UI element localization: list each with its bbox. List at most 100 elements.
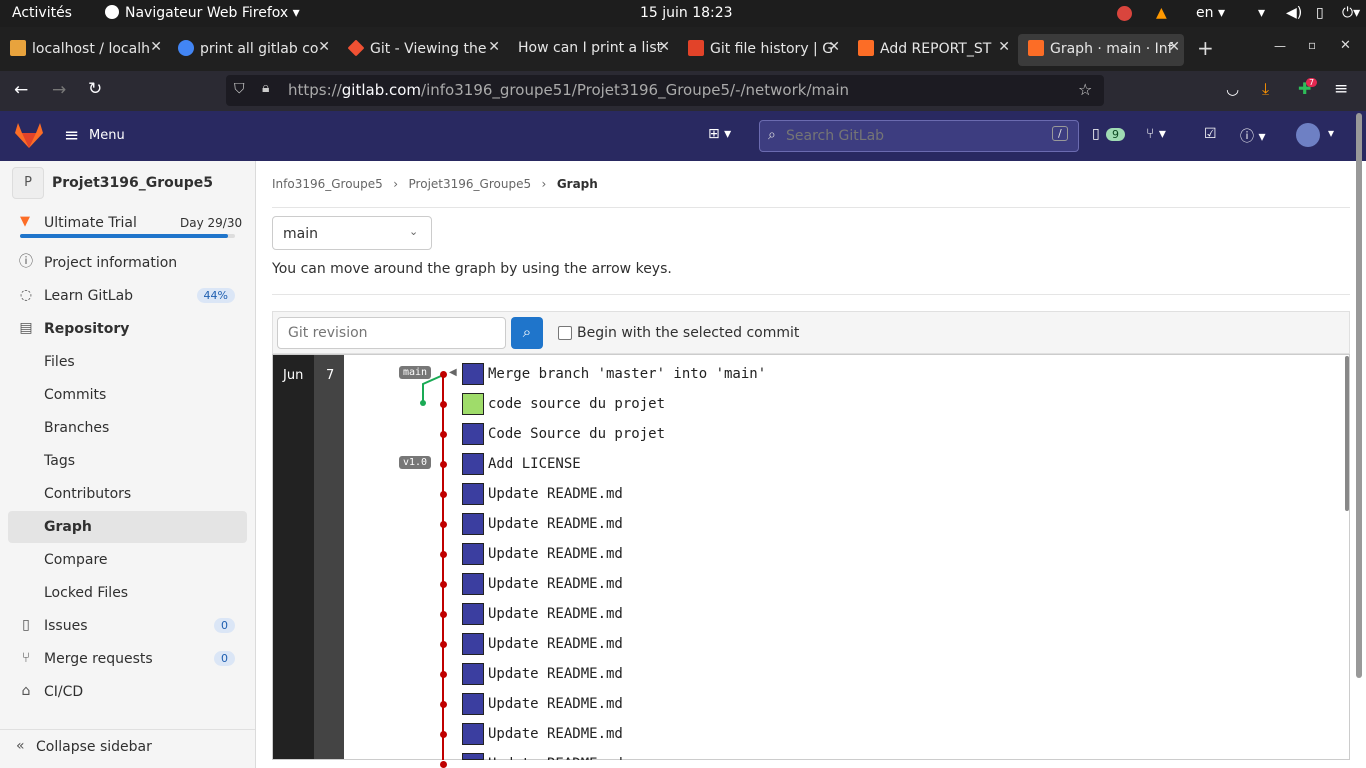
begin-checkbox[interactable]: [558, 326, 572, 340]
project-avatar[interactable]: P: [12, 167, 44, 199]
commit-message[interactable]: Code Source du projet: [488, 426, 665, 446]
commit-author-avatar[interactable]: [462, 633, 484, 655]
sidebar-item-files[interactable]: Files: [8, 346, 247, 378]
back-icon[interactable]: ←: [14, 80, 28, 100]
merge-requests-icon[interactable]: ⑂ ▾: [1146, 126, 1166, 142]
begin-checkbox-label[interactable]: Begin with the selected commit: [577, 325, 799, 341]
commit-dot[interactable]: [440, 671, 447, 678]
sidebar-item-issues[interactable]: ▯ Issues 0: [8, 610, 247, 642]
search-button[interactable]: ⌕: [511, 317, 543, 349]
wifi-icon[interactable]: ▾: [1258, 5, 1265, 21]
browser-tab[interactable]: How can I print a list ✕: [508, 34, 674, 66]
commit-message[interactable]: Merge branch 'master' into 'main': [488, 366, 766, 386]
sidebar-item-tags[interactable]: Tags: [8, 445, 247, 477]
commit-dot[interactable]: [440, 491, 447, 498]
commit-author-avatar[interactable]: [462, 663, 484, 685]
menu-icon[interactable]: ≡: [64, 125, 79, 146]
commit-message[interactable]: Add LICENSE: [488, 456, 581, 476]
commit-author-avatar[interactable]: [462, 723, 484, 745]
commit-author-avatar[interactable]: [462, 393, 484, 415]
close-tab-icon[interactable]: ✕: [828, 39, 840, 55]
commit-message[interactable]: Update README.md: [488, 636, 623, 656]
commit-dot[interactable]: [440, 731, 447, 738]
browser-tab[interactable]: Git file history | G ✕: [678, 34, 844, 66]
commit-message[interactable]: Update README.md: [488, 516, 623, 536]
commit-dot[interactable]: [440, 641, 447, 648]
breadcrumb-current[interactable]: Graph: [557, 177, 598, 191]
browser-tab[interactable]: Add REPORT_ST ✕: [848, 34, 1014, 66]
language-selector[interactable]: en ▾: [1196, 5, 1225, 21]
chevron-down-icon[interactable]: ▾: [1328, 126, 1334, 140]
vlc-icon[interactable]: ▲: [1156, 5, 1167, 21]
sidebar-item-repository[interactable]: ▤ Repository: [8, 313, 247, 345]
graph-scrollbar[interactable]: [1345, 356, 1349, 511]
lock-icon[interactable]: 🔒︎: [262, 80, 269, 96]
sidebar-item-ci-cd[interactable]: ⌂ CI/CD: [8, 676, 247, 708]
commit-author-avatar[interactable]: [462, 423, 484, 445]
browser-tab-active[interactable]: Graph · main · Inf ✕: [1018, 34, 1184, 66]
url-bar[interactable]: ⛉ 🔒︎ https://gitlab.com/info3196_groupe5…: [226, 75, 1104, 106]
browser-tab[interactable]: Git - Viewing the ✕: [338, 34, 504, 66]
page-scrollbar[interactable]: [1356, 113, 1362, 678]
power-menu-icon[interactable]: ⏻▾: [1342, 5, 1360, 21]
sidebar-item-project-information[interactable]: ⓘ Project information: [8, 247, 247, 279]
close-tab-icon[interactable]: ✕: [1168, 39, 1180, 55]
commit-author-avatar[interactable]: [462, 603, 484, 625]
shield-icon[interactable]: ⛉: [234, 81, 245, 97]
commit-dot[interactable]: [440, 461, 447, 468]
version-tag-label[interactable]: v1.0: [399, 456, 432, 469]
close-tab-icon[interactable]: ✕: [150, 39, 162, 55]
collapse-sidebar-button[interactable]: « Collapse sidebar: [0, 729, 255, 768]
create-new-icon[interactable]: ⊞ ▾: [708, 126, 731, 142]
breadcrumb-item[interactable]: Info3196_Groupe5: [272, 177, 383, 191]
commit-dot[interactable]: [440, 611, 447, 618]
close-tab-icon[interactable]: ✕: [658, 39, 670, 55]
commit-author-avatar[interactable]: [462, 693, 484, 715]
commit-dot[interactable]: [440, 551, 447, 558]
pocket-icon[interactable]: ◡: [1226, 80, 1239, 98]
commit-message[interactable]: Update README.md: [488, 666, 623, 686]
sidebar-item-compare[interactable]: Compare: [8, 544, 247, 576]
close-window-button[interactable]: ✕: [1340, 38, 1351, 53]
git-revision-input[interactable]: [277, 317, 506, 349]
project-name[interactable]: Projet3196_Groupe5: [52, 175, 213, 191]
commit-author-avatar[interactable]: [462, 753, 484, 760]
chrome-indicator-icon[interactable]: [1117, 6, 1132, 21]
browser-tab[interactable]: localhost / localh ✕: [0, 34, 166, 66]
issues-icon[interactable]: ▯: [1092, 126, 1100, 142]
branch-dropdown[interactable]: main ⌄: [272, 216, 432, 250]
commit-author-avatar[interactable]: [462, 453, 484, 475]
sidebar-item-graph[interactable]: Graph: [8, 511, 247, 543]
sidebar-item-locked-files[interactable]: Locked Files: [8, 577, 247, 609]
network-graph[interactable]: Jun 7: [272, 354, 1350, 760]
commit-dot[interactable]: [440, 431, 447, 438]
forward-icon[interactable]: →: [52, 80, 66, 100]
commit-author-avatar[interactable]: [462, 543, 484, 565]
minimize-button[interactable]: —: [1274, 39, 1286, 53]
close-tab-icon[interactable]: ✕: [318, 39, 330, 55]
commit-dot[interactable]: [440, 761, 447, 768]
hamburger-menu-icon[interactable]: ≡: [1334, 79, 1348, 99]
branch-label-tag[interactable]: main: [399, 366, 432, 379]
commit-message[interactable]: Update README.md: [488, 756, 623, 760]
commit-dot[interactable]: [440, 521, 447, 528]
commit-author-avatar[interactable]: [462, 483, 484, 505]
battery-icon[interactable]: ▯: [1316, 5, 1324, 21]
close-tab-icon[interactable]: ✕: [998, 39, 1010, 55]
trial-label[interactable]: Ultimate Trial: [44, 215, 137, 231]
commit-author-avatar[interactable]: [462, 573, 484, 595]
volume-icon[interactable]: ◀): [1286, 5, 1302, 21]
commit-message[interactable]: code source du projet: [488, 396, 665, 416]
activities-button[interactable]: Activités: [12, 5, 72, 21]
commit-author-avatar[interactable]: [462, 363, 484, 385]
bookmark-star-icon[interactable]: ☆: [1078, 80, 1092, 99]
commit-dot[interactable]: [440, 371, 447, 378]
commit-message[interactable]: Update README.md: [488, 726, 623, 746]
commit-author-avatar[interactable]: [462, 513, 484, 535]
gitlab-logo-icon[interactable]: [15, 123, 43, 149]
breadcrumb-item[interactable]: Projet3196_Groupe5: [409, 177, 532, 191]
sidebar-item-commits[interactable]: Commits: [8, 379, 247, 411]
help-icon[interactable]: ⓘ ▾: [1240, 126, 1265, 146]
commit-dot[interactable]: [440, 401, 447, 408]
sidebar-item-learn-gitlab[interactable]: ◌ Learn GitLab 44%: [8, 280, 247, 312]
